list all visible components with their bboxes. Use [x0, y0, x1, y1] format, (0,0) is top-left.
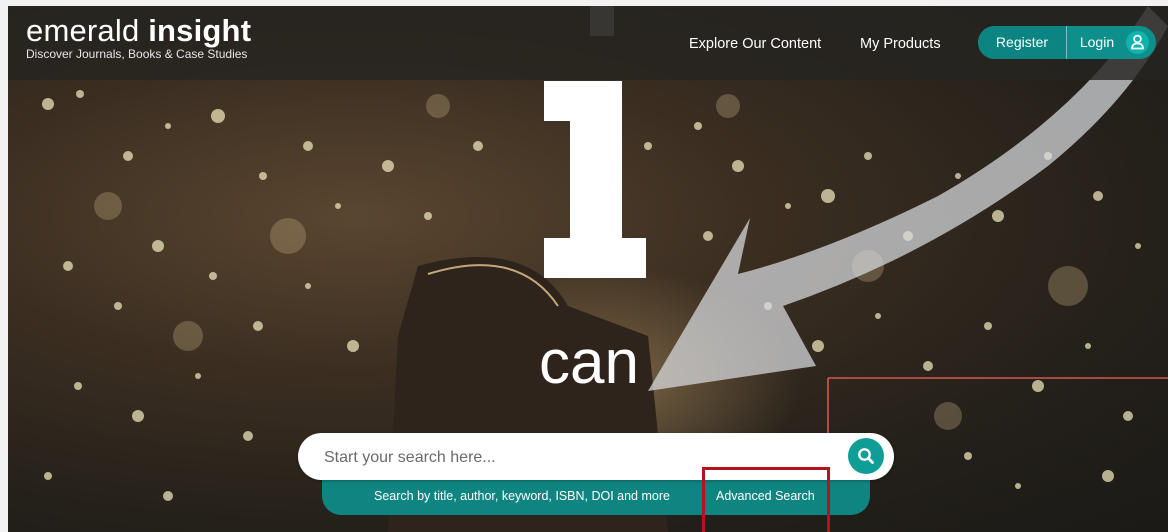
page-frame: can emerald insight Discover Journals, B…	[8, 6, 1168, 532]
nav-explore-our-content[interactable]: Explore Our Content	[689, 36, 821, 52]
search-hint-text: Search by title, author, keyword, ISBN, …	[374, 489, 670, 503]
auth-controls: Register Login	[978, 26, 1156, 59]
hero-headline: can	[539, 328, 639, 397]
user-icon[interactable]	[1126, 31, 1149, 54]
register-button[interactable]: Register	[978, 26, 1066, 59]
highlight-box	[702, 467, 830, 532]
logo-tagline: Discover Journals, Books & Case Studies	[26, 47, 248, 61]
search-button[interactable]	[848, 438, 884, 474]
logo-wordmark: emerald insight	[26, 14, 251, 48]
search-icon	[858, 448, 874, 464]
site-header: emerald insight Discover Journals, Books…	[8, 6, 1168, 80]
logo-word-bold: insight	[148, 13, 252, 48]
login-button[interactable]: Login	[1067, 26, 1127, 59]
logo-word-light: emerald	[26, 13, 149, 48]
nav-my-products[interactable]: My Products	[860, 36, 941, 52]
emerald-insight-logo[interactable]: emerald insight Discover Journals, Books…	[26, 14, 251, 62]
